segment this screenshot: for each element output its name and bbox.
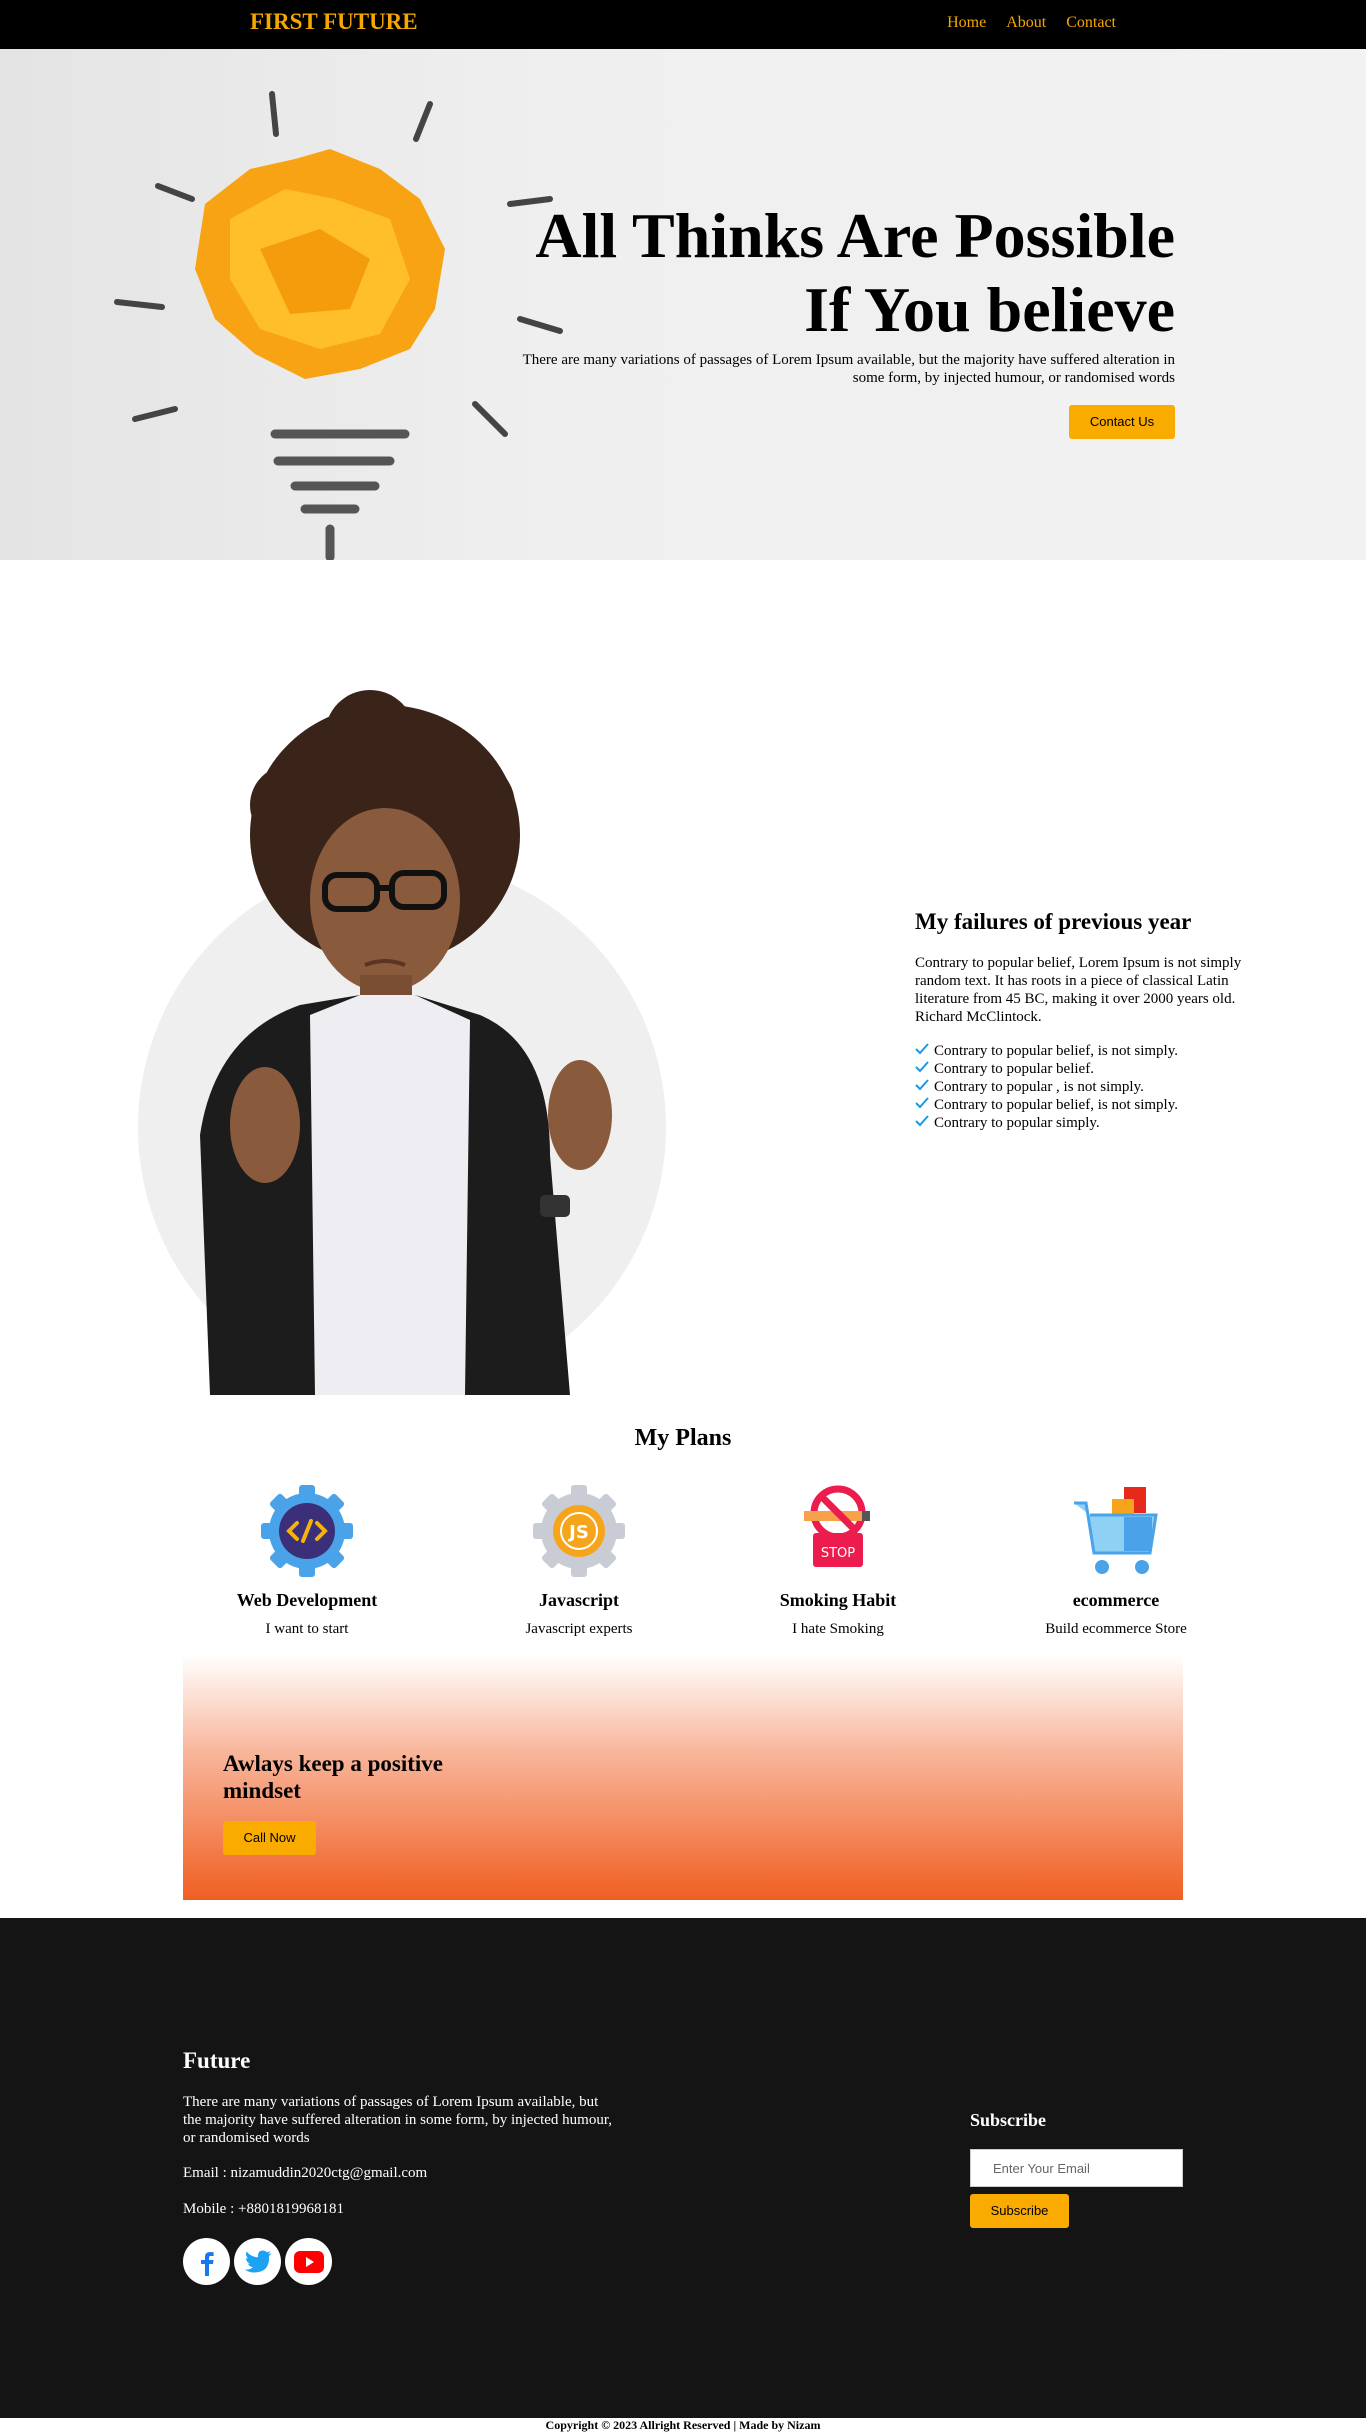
- nav-link-home[interactable]: Home: [947, 14, 986, 32]
- cta-title: Awlays keep a positive mindset: [223, 1751, 443, 1803]
- subscribe-email-input[interactable]: [970, 2149, 1183, 2187]
- svg-text:STOP: STOP: [821, 1546, 855, 1561]
- checklist-item-label: Contrary to popular belief, is not simpl…: [934, 1043, 1178, 1059]
- footer: Future There are many variations of pass…: [0, 1918, 1366, 2418]
- checklist-item: Contrary to popular belief.: [915, 1060, 1255, 1078]
- subscribe-title: Subscribe: [970, 2110, 1047, 2130]
- check-icon: [915, 1096, 929, 1114]
- nav-link-about[interactable]: About: [1006, 14, 1046, 32]
- plan-card-smoking-habit: STOP Smoking Habit I hate Smoking: [718, 1483, 958, 1638]
- checklist-item-label: Contrary to popular , is not simply.: [934, 1079, 1144, 1095]
- youtube-icon[interactable]: [285, 2238, 332, 2285]
- plan-name: Smoking Habit: [779, 1590, 897, 1610]
- plan-desc: I want to start: [265, 1621, 349, 1637]
- nav-menu: Home About Contact: [947, 14, 1116, 32]
- check-icon: [915, 1060, 929, 1078]
- footer-paragraph: There are many variations of passages of…: [183, 2094, 612, 2146]
- failures-paragraph: Contrary to popular belief, Lorem Ipsum …: [915, 955, 1242, 1025]
- facebook-icon[interactable]: [183, 2238, 230, 2285]
- plan-desc: I hate Smoking: [792, 1621, 884, 1637]
- checklist-item-label: Contrary to popular belief, is not simpl…: [934, 1097, 1178, 1113]
- navbar: FIRST FUTURE Home About Contact: [0, 0, 1366, 49]
- plan-name: Javascript: [539, 1590, 619, 1610]
- contact-us-button[interactable]: Contact Us: [1069, 405, 1175, 439]
- social-links: [183, 2238, 332, 2285]
- checklist-item: Contrary to popular belief, is not simpl…: [915, 1042, 1255, 1060]
- checklist-item-label: Contrary to popular simply.: [934, 1115, 1100, 1131]
- plan-desc: Build ecommerce Store: [1045, 1621, 1187, 1637]
- check-icon: [915, 1114, 929, 1132]
- call-now-button[interactable]: Call Now: [223, 1821, 316, 1855]
- twitter-icon[interactable]: [234, 2238, 281, 2285]
- subscribe-button[interactable]: Subscribe: [970, 2194, 1069, 2228]
- hero-section: All Thinks Are Possible If You believe T…: [0, 49, 1366, 560]
- footer-mobile: Mobile : +8801819968181: [183, 2201, 344, 2217]
- checklist-item-label: Contrary to popular belief.: [934, 1061, 1094, 1077]
- failures-checklist: Contrary to popular belief, is not simpl…: [915, 1042, 1255, 1132]
- woman-portrait: [200, 690, 612, 1395]
- hero-text-block: All Thinks Are Possible If You believe T…: [515, 199, 1175, 439]
- svg-text:JS: JS: [567, 1522, 589, 1543]
- plan-name: Web Development: [236, 1590, 378, 1610]
- check-icon: [915, 1042, 929, 1060]
- nav-link-contact[interactable]: Contact: [1066, 14, 1116, 32]
- plan-card-web-development: Web Development I want to start: [187, 1483, 427, 1638]
- check-icon: [915, 1078, 929, 1096]
- code-gear-icon: [259, 1485, 355, 1583]
- hero-title: All Thinks Are Possible If You believe: [535, 200, 1175, 345]
- plan-card-ecommerce: ecommerce Build ecommerce Store: [996, 1483, 1236, 1638]
- plan-card-javascript: JS Javascript Javascript experts: [459, 1483, 699, 1638]
- lightbulb-illustration: [114, 91, 563, 560]
- failures-section: My failures of previous year Contrary to…: [915, 908, 1255, 1132]
- plan-name: ecommerce: [1072, 1590, 1160, 1610]
- checklist-item: Contrary to popular simply.: [915, 1114, 1255, 1132]
- js-gear-icon: JS: [531, 1485, 627, 1583]
- shopping-cart-icon: [1068, 1487, 1164, 1583]
- plan-desc: Javascript experts: [525, 1621, 633, 1637]
- plans-title: My Plans: [634, 1425, 732, 1451]
- no-smoking-icon: STOP: [790, 1485, 886, 1583]
- footer-title: Future: [183, 2048, 251, 2073]
- failures-title: My failures of previous year: [915, 909, 1192, 934]
- copyright-text: Copyright © 2023 Allright Reserved | Mad…: [545, 2418, 821, 2432]
- checklist-item: Contrary to popular belief, is not simpl…: [915, 1096, 1255, 1114]
- hero-subtitle: There are many variations of passages of…: [522, 352, 1175, 386]
- checklist-item: Contrary to popular , is not simply.: [915, 1078, 1255, 1096]
- cta-banner: Awlays keep a positive mindset Call Now: [183, 1655, 1183, 1900]
- brand-logo[interactable]: FIRST FUTURE: [250, 9, 418, 35]
- footer-email: Email : nizamuddin2020ctg@gmail.com: [183, 2165, 428, 2181]
